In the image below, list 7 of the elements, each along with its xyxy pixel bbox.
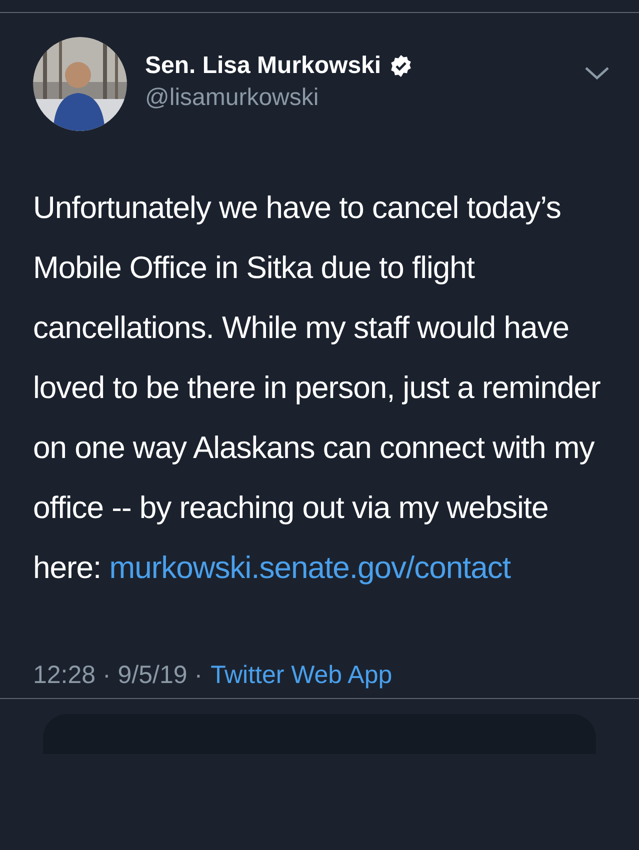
tweet-text: Unfortunately we have to cancel today’s Mobile Office in Sitka due to flight cancellations. While my staff would have loved to be there in person, just a reminder on one way Alaskans can connect with my office -- by reaching out via my website here: murkowski.senate.gov/contact [33,189,602,587]
author-name[interactable]: Sen. Lisa Murkowski [145,51,382,81]
source-link[interactable]: Twitter Web App [210,658,392,692]
timestamp: 12:28 · 9/5/19 · [33,660,203,691]
author-handle: @lisamurkowski [145,83,319,113]
website-link[interactable]: murkowski.senate.gov/contact [109,550,511,585]
chevron-down-icon[interactable] [584,65,610,81]
